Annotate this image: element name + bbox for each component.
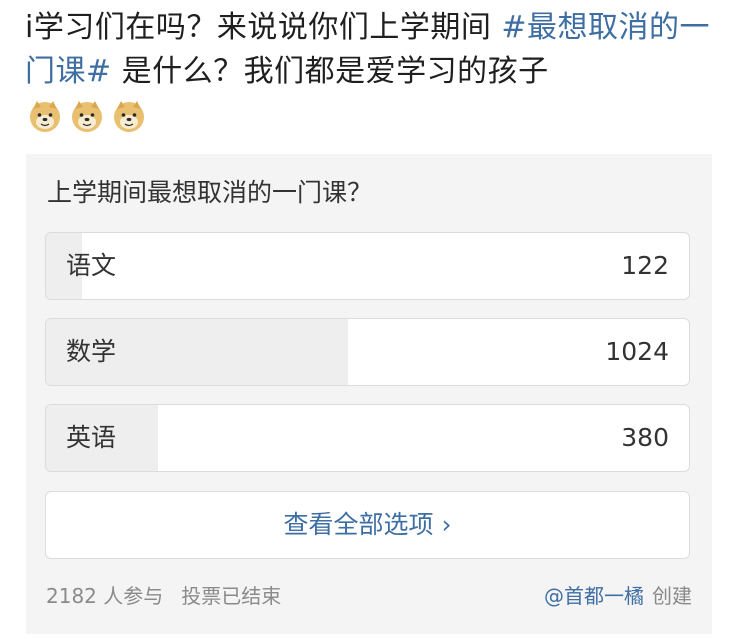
creator-link[interactable]: @首都一橘: [544, 580, 644, 609]
poll-footer-stats: 2182 人参与 投票已结束: [46, 580, 281, 609]
created-label: 创建: [652, 584, 692, 608]
poll-footer-creator: @首都一橘 创建: [544, 580, 692, 609]
doge-emoji-icon: [72, 101, 102, 132]
participant-count: 2182 人参与: [46, 584, 164, 608]
poll-option-label: 英语: [66, 423, 117, 452]
poll-option-count: 122: [621, 251, 669, 280]
post-text-suffix: 是什么？我们都是爱学习的孩子: [111, 54, 549, 89]
post-text-prefix: i学习们在吗？来说说你们上学期间: [25, 10, 502, 45]
doge-emoji-icon: [30, 101, 60, 132]
poll-option-count: 380: [621, 423, 669, 452]
poll-option-shuxue[interactable]: 数学 1024: [45, 318, 690, 386]
view-all-options-button[interactable]: 查看全部选项 ›: [45, 491, 690, 559]
poll-card: 上学期间最想取消的一门课？ 语文 122 数学 1024 英语 380 查看全部…: [26, 154, 712, 634]
poll-status: 投票已结束: [181, 584, 282, 608]
poll-option-yuwen[interactable]: 语文 122: [45, 232, 690, 300]
poll-option-label: 数学: [66, 337, 117, 366]
doge-emoji-icon: [114, 101, 144, 132]
emoji-row: [28, 99, 146, 133]
poll-title: 上学期间最想取消的一门课？: [47, 178, 373, 207]
poll-option-yingyu[interactable]: 英语 380: [45, 404, 690, 472]
post-text: i学习们在吗？来说说你们上学期间 #最想取消的一门课# 是什么？我们都是爱学习的…: [25, 6, 715, 94]
poll-option-label: 语文: [66, 251, 117, 280]
poll-option-count: 1024: [605, 337, 669, 366]
